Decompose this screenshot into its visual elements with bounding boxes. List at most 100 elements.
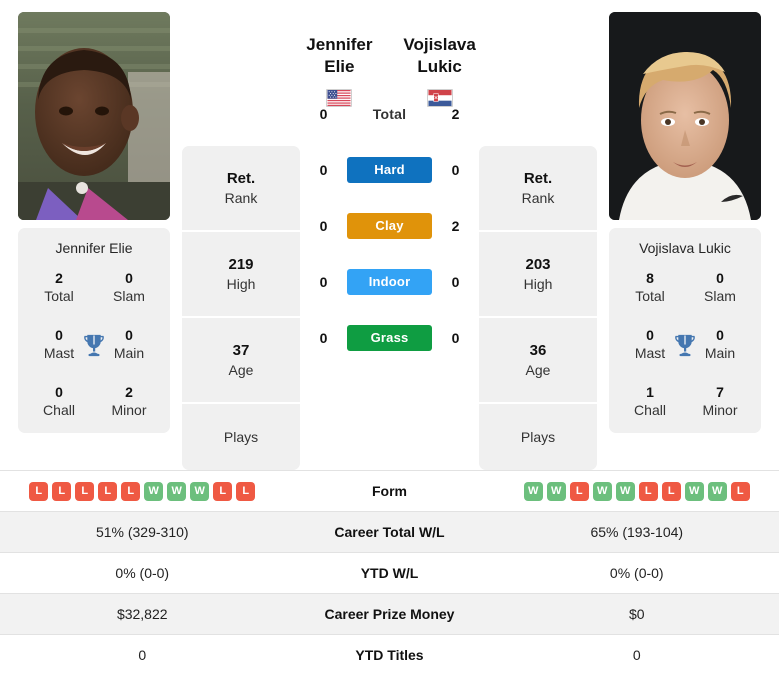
form-badge-win[interactable]: W <box>167 481 187 501</box>
form-badge-loss[interactable]: L <box>661 481 681 501</box>
right-title-mast: 0 Mast <box>634 327 666 361</box>
row-label-ytd-wl: YTD W/L <box>360 565 419 581</box>
hard-badge[interactable]: Hard <box>347 156 432 183</box>
right-career-wl: 65% (193-104) <box>590 524 684 540</box>
left-title-chall: 0 Chall <box>43 384 75 418</box>
form-badge-win[interactable]: W <box>144 481 164 501</box>
form-badge-loss[interactable]: L <box>236 481 256 501</box>
form-badge-loss[interactable]: L <box>52 481 72 501</box>
form-badge-loss[interactable]: L <box>569 481 589 501</box>
total-label: Total <box>372 105 407 122</box>
row-label-ytd-titles: YTD Titles <box>355 647 424 663</box>
right-ytd-titles: 0 <box>632 647 641 663</box>
form-badge-loss[interactable]: L <box>730 481 750 501</box>
surface-row-grass: 0 Grass 0 <box>300 310 479 366</box>
left-title-mast: 0 Mast <box>43 327 75 361</box>
form-badge-loss[interactable]: L <box>213 481 233 501</box>
comparison-stats-table: LLLLLWWWLL Form WWLWWLLWWL 51% (329-310)… <box>0 470 779 675</box>
clay-left-score: 0 <box>319 217 328 234</box>
indoor-right-score: 0 <box>451 273 460 290</box>
right-titles-grid: 8 Total 0 Slam 0 Mast 0 Main 1 Chall 7 M… <box>615 270 755 419</box>
right-rank-card: Ret. Rank 203 High 36 Age Plays <box>479 146 597 470</box>
form-badge-win[interactable]: W <box>684 481 704 501</box>
table-row-form: LLLLLWWWLL Form WWLWWLLWWL <box>0 470 779 511</box>
form-badge-loss[interactable]: L <box>638 481 658 501</box>
left-ytd-wl: 0% (0-0) <box>115 565 170 581</box>
grass-badge[interactable]: Grass <box>347 324 432 351</box>
total-right-score: 2 <box>451 105 460 122</box>
grass-right-score: 0 <box>451 329 460 346</box>
surface-row-indoor: 0 Indoor 0 <box>300 254 479 310</box>
right-player-panel: Vojislava Lukic 8 Total 0 Slam 0 Mast 0 … <box>609 12 761 433</box>
right-title-minor: 7 Minor <box>702 384 738 418</box>
right-player-photo <box>609 12 761 220</box>
right-prize-money: $0 <box>628 606 645 622</box>
table-row-ytd-titles: 0 YTD Titles 0 <box>0 634 779 675</box>
total-left-score: 0 <box>319 105 328 122</box>
right-title-total: 8 Total <box>635 270 665 304</box>
left-player-name: Jennifer Elie <box>306 35 373 77</box>
hard-left-score: 0 <box>319 161 328 178</box>
clay-right-score: 2 <box>451 217 460 234</box>
indoor-left-score: 0 <box>319 273 328 290</box>
indoor-badge[interactable]: Indoor <box>347 268 432 295</box>
row-label-career-wl: Career Total W/L <box>334 524 445 540</box>
form-badge-loss[interactable]: L <box>98 481 118 501</box>
grass-left-score: 0 <box>319 329 328 346</box>
right-age: 36 Age <box>479 318 597 404</box>
left-rank-high: 219 High <box>182 232 300 318</box>
table-row-prize-money: $32,822 Career Prize Money $0 <box>0 593 779 634</box>
left-card-player-name: Jennifer Elie <box>55 240 133 256</box>
head-to-head-center: Jennifer Elie Vojislava Lukic 0 Total 2 … <box>300 12 479 366</box>
right-title-main: 0 Main <box>704 327 736 361</box>
form-badge-win[interactable]: W <box>523 481 543 501</box>
hard-right-score: 0 <box>451 161 460 178</box>
right-ytd-wl: 0% (0-0) <box>609 565 664 581</box>
right-form-cell: WWLWWLLWWL <box>495 481 779 501</box>
row-label-prize-money: Career Prize Money <box>324 606 455 622</box>
form-badge-win[interactable]: W <box>615 481 635 501</box>
left-plays: Plays <box>223 428 259 445</box>
form-badge-loss[interactable]: L <box>29 481 49 501</box>
table-row-ytd-wl: 0% (0-0) YTD W/L 0% (0-0) <box>0 552 779 593</box>
left-player-panel: Jennifer Elie 2 Total 0 Slam 0 Mast 0 Ma… <box>18 12 170 433</box>
left-rank-card: Ret. Rank 219 High 37 Age Plays <box>182 146 300 470</box>
left-title-minor: 2 Minor <box>111 384 147 418</box>
form-badge-loss[interactable]: L <box>121 481 141 501</box>
right-title-chall: 1 Chall <box>634 384 666 418</box>
left-titles-grid: 2 Total 0 Slam 0 Mast 0 Main 0 Chall 2 M… <box>24 270 164 419</box>
left-career-wl: 51% (329-310) <box>95 524 189 540</box>
form-badge-win[interactable]: W <box>707 481 727 501</box>
right-form-badges: WWLWWLLWWL <box>523 481 750 501</box>
form-badge-win[interactable]: W <box>592 481 612 501</box>
player-comparison-page: Jennifer Elie 2 Total 0 Slam 0 Mast 0 Ma… <box>0 0 779 699</box>
surface-row-hard: 0 Hard 0 <box>300 142 479 198</box>
form-badge-win[interactable]: W <box>190 481 210 501</box>
left-age: 37 Age <box>182 318 300 404</box>
right-title-slam: 0 Slam <box>704 270 736 304</box>
form-badge-win[interactable]: W <box>546 481 566 501</box>
left-rank-current: Ret. Rank <box>182 146 300 232</box>
left-title-total: 2 Total <box>44 270 74 304</box>
right-titles-card: Vojislava Lukic 8 Total 0 Slam 0 Mast 0 … <box>609 228 761 433</box>
left-form-cell: LLLLLWWWLL <box>0 481 285 501</box>
right-plays: Plays <box>520 428 556 445</box>
left-title-main: 0 Main <box>113 327 145 361</box>
form-badge-loss[interactable]: L <box>75 481 95 501</box>
row-label-form: Form <box>372 483 407 499</box>
surface-breakdown: 0 Total 2 0 Hard 0 0 Clay 2 0 Indoor 0 0… <box>300 86 479 366</box>
left-player-photo <box>18 12 170 220</box>
right-rank-high: 203 High <box>479 232 597 318</box>
left-form-badges: LLLLLWWWLL <box>29 481 256 501</box>
table-row-career-wl: 51% (329-310) Career Total W/L 65% (193-… <box>0 511 779 552</box>
left-titles-card: Jennifer Elie 2 Total 0 Slam 0 Mast 0 Ma… <box>18 228 170 433</box>
clay-badge[interactable]: Clay <box>347 212 432 239</box>
left-ytd-titles: 0 <box>138 647 147 663</box>
comparison-header: Jennifer Elie 2 Total 0 Slam 0 Mast 0 Ma… <box>0 0 779 470</box>
surface-row-total: 0 Total 2 <box>300 86 479 142</box>
right-rank-current: Ret. Rank <box>479 146 597 232</box>
surface-row-clay: 0 Clay 2 <box>300 198 479 254</box>
left-title-slam: 0 Slam <box>113 270 145 304</box>
left-prize-money: $32,822 <box>116 606 168 622</box>
right-card-player-name: Vojislava Lukic <box>639 240 731 256</box>
